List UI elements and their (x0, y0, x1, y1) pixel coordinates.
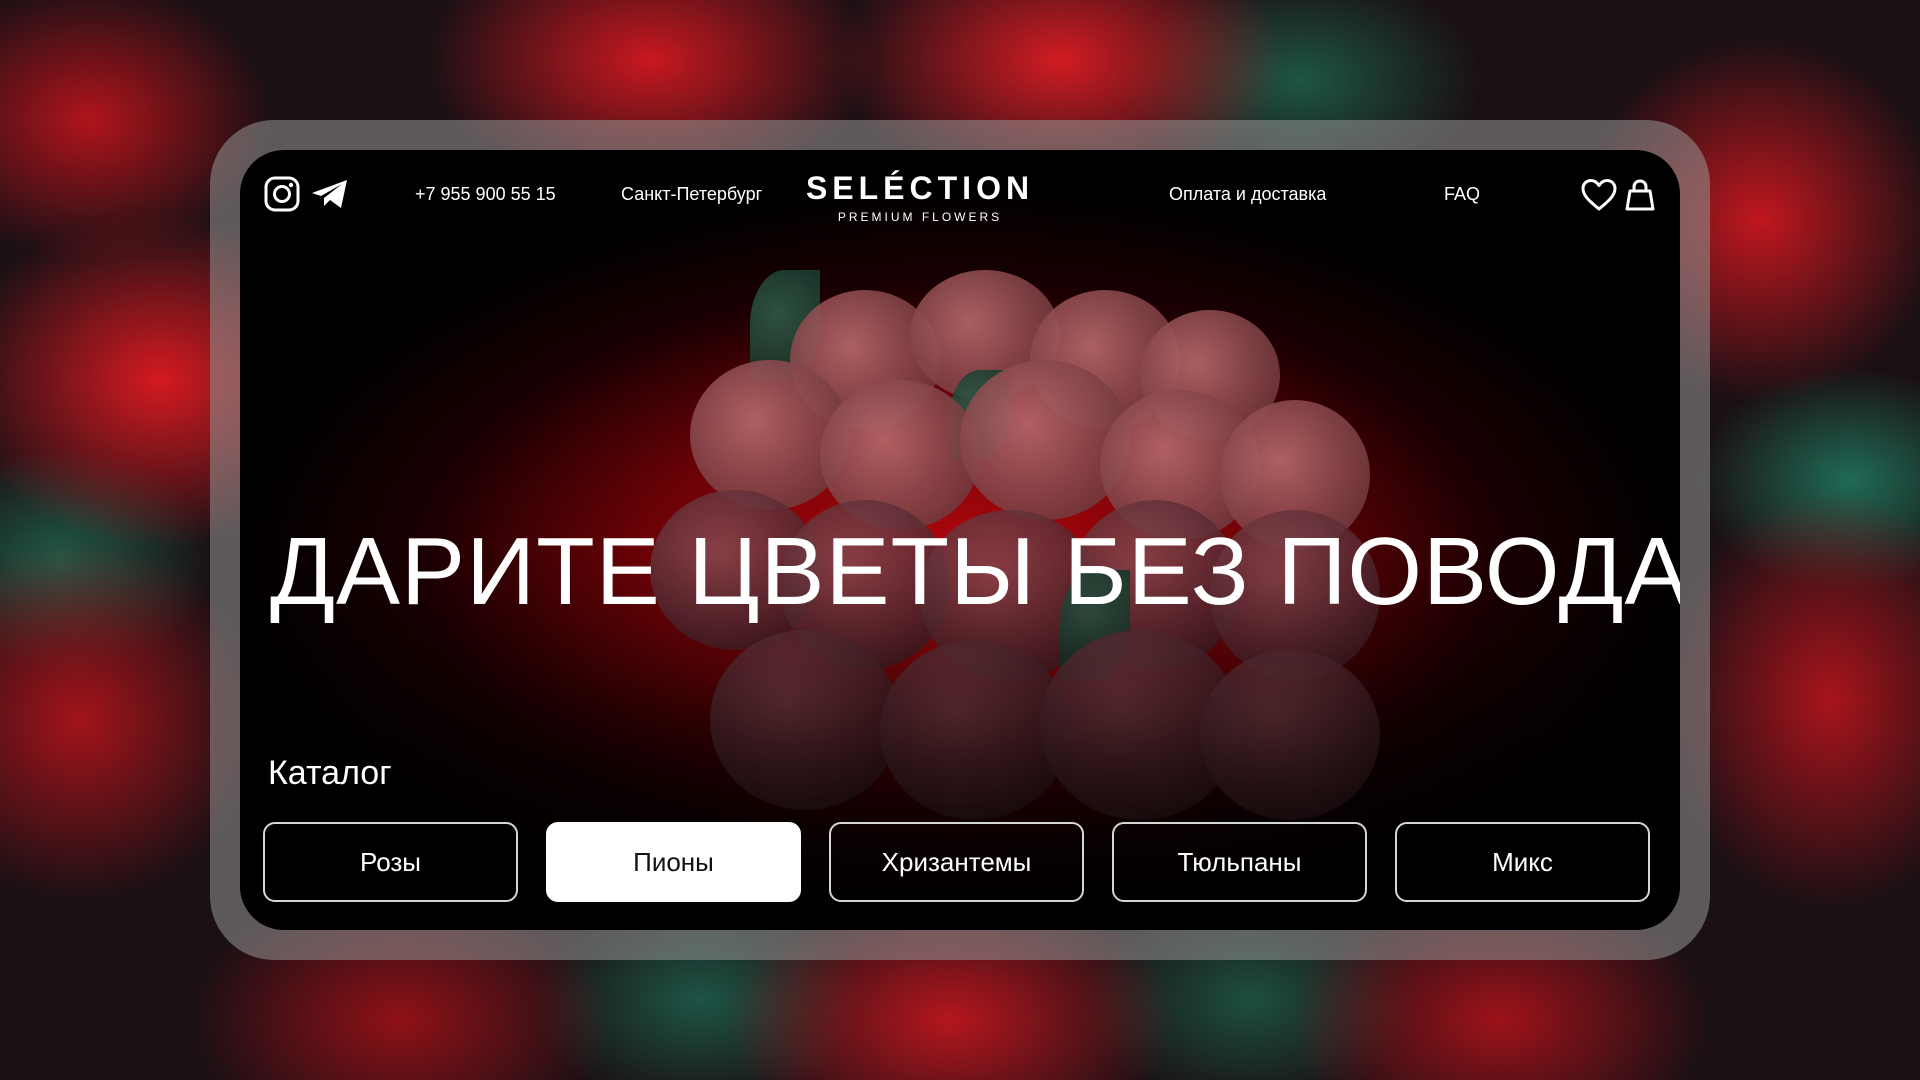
hero-card: +7 955 900 55 15 Санкт-Петербург SELÉCTI… (240, 150, 1680, 930)
category-tulips-button[interactable]: Тюльпаны (1112, 822, 1367, 902)
hero-title: ДАРИТЕ ЦВЕТЫ БЕЗ ПОВОДА (270, 518, 1680, 626)
heart-icon[interactable] (1580, 178, 1618, 217)
instagram-icon[interactable] (264, 176, 300, 217)
category-roses-button[interactable]: Розы (263, 822, 518, 902)
nav-delivery-link[interactable]: Оплата и доставка (1169, 184, 1326, 205)
catalog-label: Каталог (268, 754, 392, 792)
category-chrysanthemums-button[interactable]: Хризантемы (829, 822, 1084, 902)
logo-tagline: PREMIUM FLOWERS (837, 210, 1003, 224)
city-selector[interactable]: Санкт-Петербург (621, 184, 762, 205)
site-logo[interactable]: SELÉCTION PREMIUM FLOWERS (800, 172, 1040, 224)
phone-link[interactable]: +7 955 900 55 15 (415, 184, 556, 205)
category-peonies-button[interactable]: Пионы (546, 822, 801, 902)
category-mix-button[interactable]: Микс (1395, 822, 1650, 902)
nav-faq-link[interactable]: FAQ (1444, 184, 1480, 205)
shopping-bag-icon[interactable] (1623, 178, 1657, 217)
category-buttons: Розы Пионы Хризантемы Тюльпаны Микс (263, 822, 1659, 906)
logo-text: SELÉCTION (805, 170, 1035, 206)
site-header: +7 955 900 55 15 Санкт-Петербург SELÉCTI… (240, 150, 1680, 240)
telegram-icon[interactable] (310, 178, 350, 215)
